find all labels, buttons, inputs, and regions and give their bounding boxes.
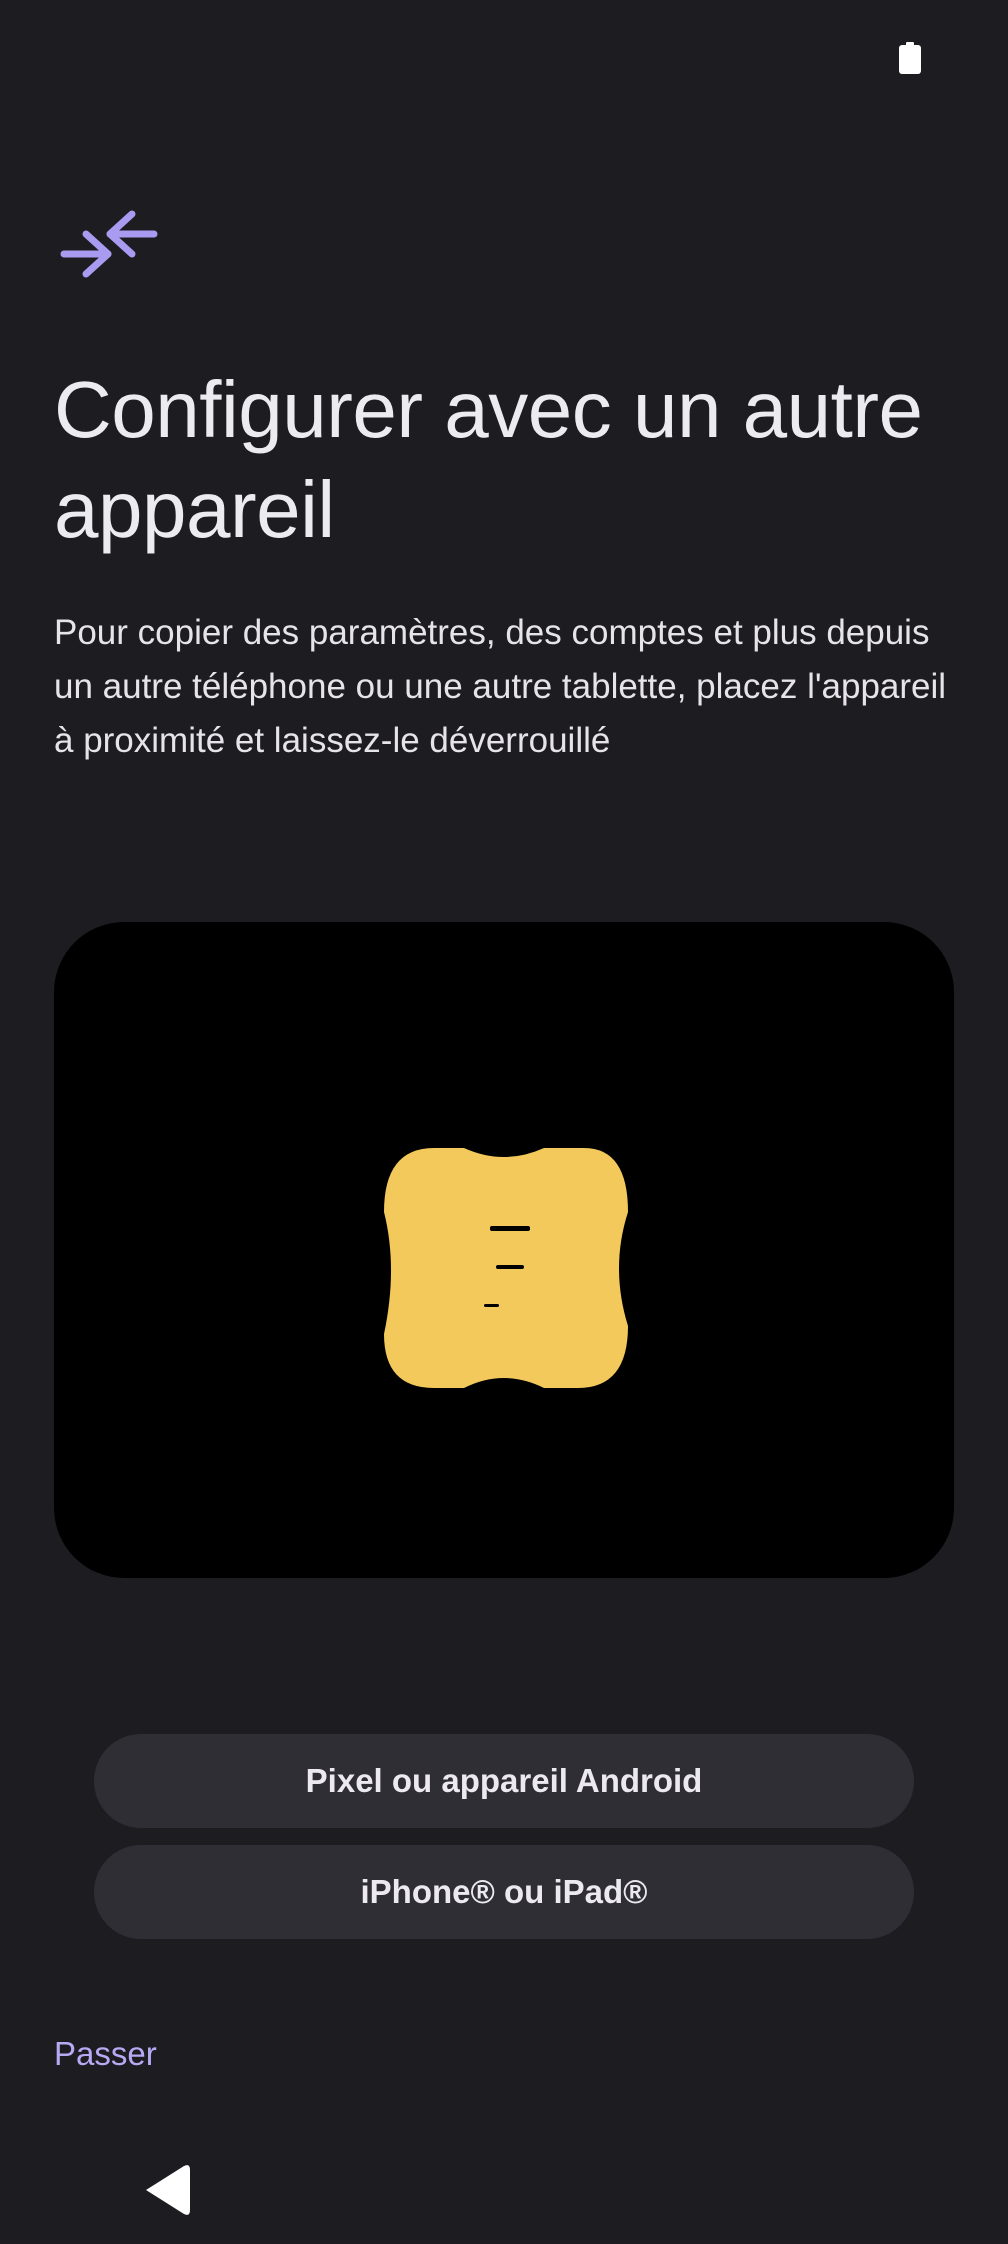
page-description: Pour copier des paramètres, des comptes … (54, 613, 947, 760)
iphone-ipad-button[interactable]: iPhone® ou iPad® (94, 1845, 914, 1939)
android-device-button[interactable]: Pixel ou appareil Android (94, 1734, 914, 1828)
skip-link[interactable]: Passer (54, 2032, 157, 2076)
illustration-card (54, 922, 954, 1578)
back-triangle-icon[interactable] (140, 2160, 196, 2220)
device-transfer-illustration (384, 1148, 628, 1388)
battery-icon (899, 42, 921, 74)
navigation-bar (0, 2150, 1008, 2244)
status-bar (0, 0, 1008, 120)
compress-arrows-icon (60, 210, 158, 278)
page-title: Configurer avec un autre appareil (54, 365, 923, 554)
